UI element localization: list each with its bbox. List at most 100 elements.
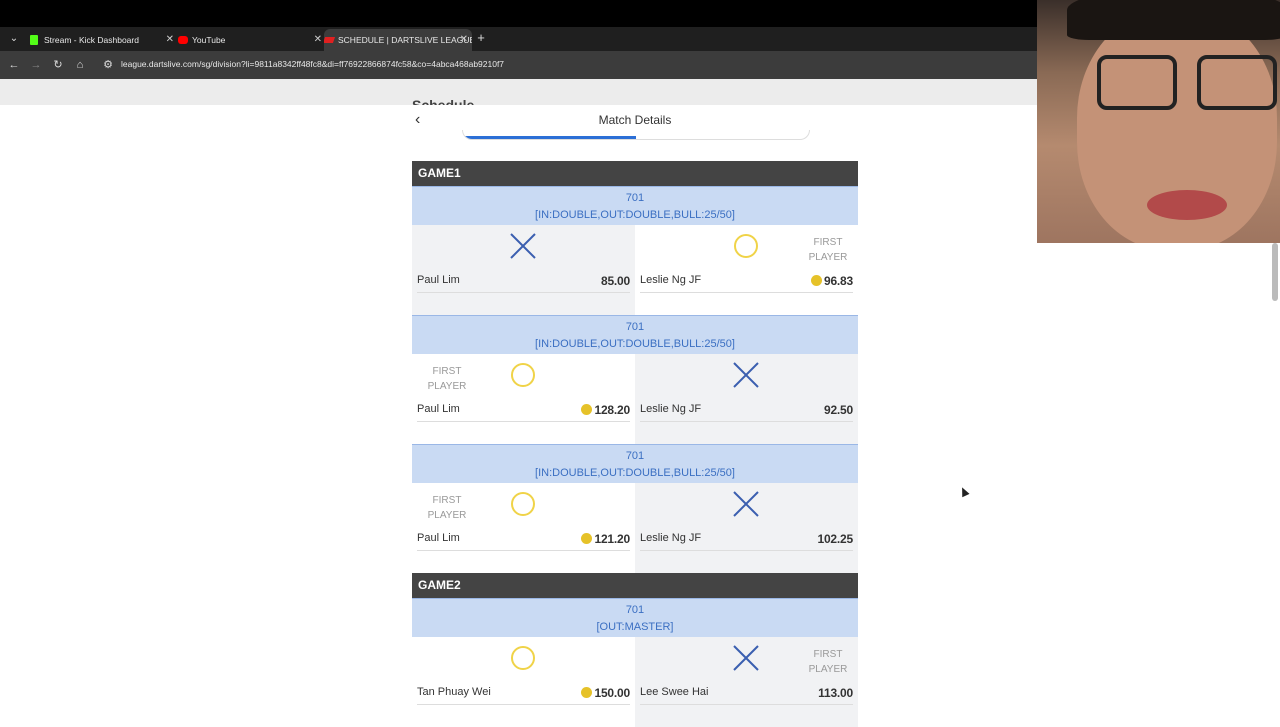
lose-cross-icon (733, 491, 759, 517)
win-circle-icon (511, 492, 535, 516)
leg-header: 701 [IN:DOUBLE,OUT:DOUBLE,BULL:25/50] (412, 444, 858, 483)
first-player-line2: PLAYER (808, 252, 848, 263)
score-value: 128.20 (594, 403, 630, 417)
tab-dartslive[interactable]: SCHEDULE | DARTSLIVE LEAGUE ✕ (324, 29, 472, 51)
player-right: Leslie Ng JF 92.50 (635, 354, 858, 444)
player-score: 92.50 (824, 403, 853, 417)
coin-icon (581, 404, 593, 415)
divider (417, 550, 630, 551)
player-score: 121.20 (581, 532, 630, 546)
leg-header: 701 [OUT:MASTER] (412, 598, 858, 637)
leg-rule: [IN:DOUBLE,OUT:DOUBLE,BULL:25/50] (535, 209, 735, 221)
close-icon[interactable]: ✕ (460, 29, 468, 51)
leg-body: FIRST PLAYER Paul Lim 128.20 Leslie Ng JF 92.… (412, 354, 858, 444)
coin-icon (581, 533, 593, 544)
dartslive-icon (324, 37, 336, 43)
player-name: Leslie Ng JF (640, 532, 702, 544)
score-value: 102.25 (817, 532, 853, 546)
glasses-left (1097, 55, 1177, 110)
leg-rule: [IN:DOUBLE,OUT:DOUBLE,BULL:25/50] (535, 338, 735, 350)
player-score: 150.00 (581, 686, 630, 700)
first-player-line2: PLAYER (427, 510, 467, 521)
divider (417, 292, 630, 293)
url-field[interactable]: league.dartslive.com/sg/division?li=9811… (121, 59, 504, 69)
segmented-tabs[interactable] (462, 130, 810, 140)
youtube-icon (178, 36, 188, 44)
leg-format: 701 (625, 192, 645, 204)
player-name: Leslie Ng JF (640, 403, 702, 415)
mouth-image (1147, 190, 1227, 220)
glasses-right (1197, 55, 1277, 110)
match-content: GAME1 701 [IN:DOUBLE,OUT:DOUBLE,BULL:25/50… (412, 161, 858, 727)
lose-cross-icon (510, 233, 536, 259)
leg-format: 701 (625, 450, 645, 462)
new-tab-icon[interactable]: + (474, 29, 488, 47)
score-value: 113.00 (818, 686, 853, 700)
first-player-line2: PLAYER (427, 381, 467, 392)
first-player-line1: FIRST (432, 495, 462, 506)
tab-youtube[interactable]: YouTube ✕ (178, 29, 326, 51)
kick-icon (30, 35, 38, 45)
player-left: FIRST PLAYER Paul Lim 121.20 (412, 483, 635, 573)
back-chevron-icon[interactable]: ‹ (415, 110, 431, 130)
forward-icon[interactable]: → (28, 57, 44, 73)
lose-cross-icon (733, 645, 759, 671)
player-left: Tan Phuay Wei 150.00 (412, 637, 635, 727)
first-player-label: FIRST PLAYER (803, 647, 853, 677)
leg-header: 701 [IN:DOUBLE,OUT:DOUBLE,BULL:25/50] (412, 186, 858, 225)
divider (417, 421, 630, 422)
first-player-label: FIRST PLAYER (803, 235, 853, 265)
leg-rule: [OUT:MASTER] (596, 621, 674, 633)
tab-search-icon[interactable]: ⌄ (6, 31, 22, 47)
first-player-line2: PLAYER (808, 664, 848, 675)
divider (640, 704, 853, 705)
scrollbar[interactable] (1272, 243, 1278, 301)
player-left: FIRST PLAYER Paul Lim 128.20 (412, 354, 635, 444)
page-background: Schedule (0, 79, 1040, 113)
win-circle-icon (511, 646, 535, 670)
address-bar: ← → ↻ ⌂ ⚙ league.dartslive.com/sg/divisi… (0, 51, 1040, 79)
coin-icon (810, 275, 822, 286)
player-score: 96.83 (810, 274, 853, 288)
divider (640, 421, 853, 422)
close-icon[interactable]: ✕ (314, 29, 322, 51)
active-tab-indicator (463, 136, 636, 139)
game-header: GAME2 (412, 573, 858, 598)
player-name: Leslie Ng JF (640, 274, 702, 286)
leg-body: FIRST PLAYER Paul Lim 121.20 Leslie Ng JF 102… (412, 483, 858, 573)
first-player-line1: FIRST (813, 237, 843, 248)
coin-icon (581, 687, 593, 698)
score-value: 121.20 (594, 532, 630, 546)
leg-rule: [IN:DOUBLE,OUT:DOUBLE,BULL:25/50] (535, 467, 735, 479)
reload-icon[interactable]: ↻ (50, 57, 66, 73)
tab-kick[interactable]: Stream - Kick Dashboard ✕ (30, 29, 178, 51)
leg-header: 701 [IN:DOUBLE,OUT:DOUBLE,BULL:25/50] (412, 315, 858, 354)
score-value: 85.00 (600, 274, 630, 288)
leg-format: 701 (625, 604, 645, 616)
lose-cross-icon (733, 362, 759, 388)
close-icon[interactable]: ✕ (166, 29, 174, 51)
first-player-label: FIRST PLAYER (422, 364, 472, 394)
leg-body: Paul Lim 85.00 FIRST PLAYER Leslie Ng JF 96.8… (412, 225, 858, 315)
player-right: Leslie Ng JF 102.25 (635, 483, 858, 573)
player-score: 128.20 (581, 403, 630, 417)
score-value: 150.00 (594, 686, 630, 700)
tab-title: YouTube (192, 35, 226, 45)
player-right: FIRST PLAYER Lee Swee Hai 113.00 (635, 637, 858, 727)
player-name: Paul Lim (417, 274, 460, 286)
player-name: Lee Swee Hai (640, 686, 709, 698)
win-circle-icon (511, 363, 535, 387)
back-icon[interactable]: ← (6, 57, 22, 73)
home-icon[interactable]: ⌂ (72, 57, 88, 73)
webcam-overlay (1037, 0, 1280, 243)
player-name: Paul Lim (417, 403, 460, 415)
divider (640, 292, 853, 293)
modal-title: Match Details (598, 113, 672, 127)
tab-title: SCHEDULE | DARTSLIVE LEAGUE (338, 35, 472, 45)
site-settings-icon[interactable]: ⚙ (100, 57, 116, 73)
player-left: Paul Lim 85.00 (412, 225, 635, 315)
player-name: Tan Phuay Wei (417, 686, 491, 698)
player-score: 102.25 (817, 532, 853, 546)
divider (417, 704, 630, 705)
first-player-line1: FIRST (432, 366, 462, 377)
